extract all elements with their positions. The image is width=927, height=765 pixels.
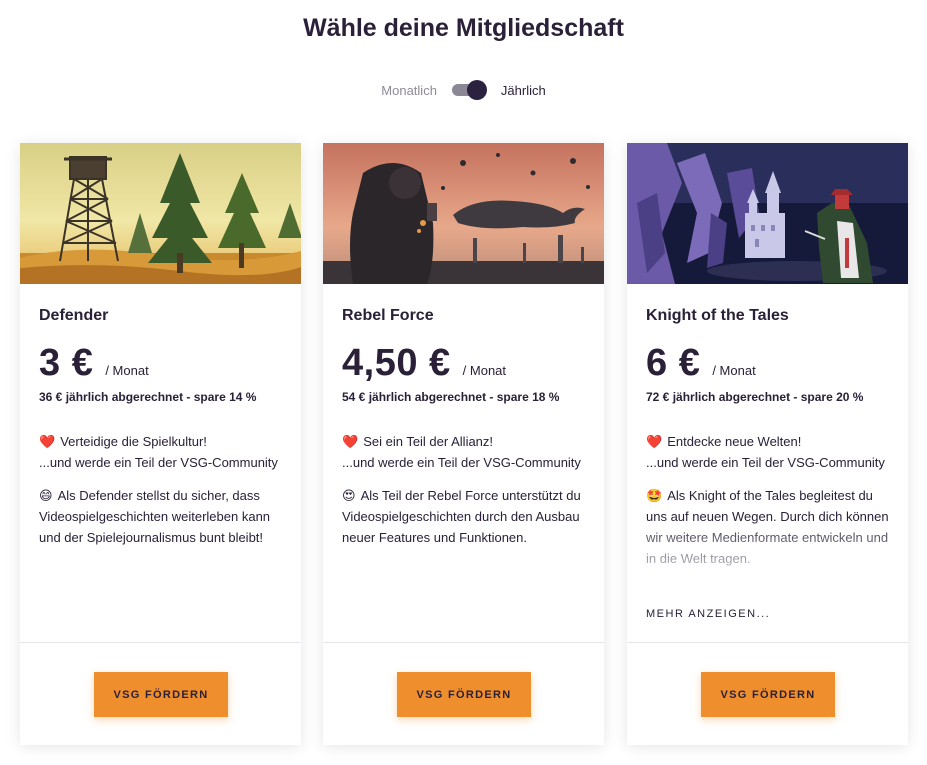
billing-period-switch[interactable] <box>451 80 487 100</box>
monthly-label[interactable]: Monatlich <box>381 83 437 98</box>
price-row: 6 € / Monat <box>646 342 756 385</box>
billing-note: 72 € jährlich abgerechnet - spare 20 % <box>646 390 864 404</box>
plan-name: Rebel Force <box>342 307 434 324</box>
benefit-line: ❤️ Verteidige die Spielkultur! ...und wer… <box>39 431 289 473</box>
plan-price: 6 € <box>646 342 701 384</box>
plan-name: Knight of the Tales <box>646 307 789 324</box>
heart-eyes-face-icon: 😍 <box>342 488 356 503</box>
benefit-text: Als Knight of the Tales begleitest du un… <box>646 488 889 566</box>
benefit-text: ...und werde ein Teil der VSG-Community <box>342 455 581 470</box>
benefit-text: Als Defender stellst du sicher, dass Vid… <box>39 488 271 545</box>
billing-toggle: Monatlich Jährlich <box>0 80 927 100</box>
support-button-knight-of-the-tales[interactable]: VSG FÖRDERN <box>701 672 835 717</box>
show-more-link[interactable]: MEHR ANZEIGEN... <box>646 608 770 620</box>
price-period: / Monat <box>105 363 149 378</box>
support-button-rebel-force[interactable]: VSG FÖRDERN <box>397 672 531 717</box>
billing-note: 54 € jährlich abgerechnet - spare 18 % <box>342 390 560 404</box>
benefit-line: ❤️ Sei ein Teil der Allianz! ...und werde… <box>342 431 592 473</box>
grinning-face-icon: 😄 <box>39 488 53 503</box>
astronaut-whale-image <box>323 143 604 284</box>
plan-description: ❤️ Sei ein Teil der Allianz! ...und werde… <box>342 431 592 560</box>
page-title: Wähle deine Mitgliedschaft <box>303 14 624 42</box>
price-period: / Monat <box>462 363 507 378</box>
benefit-text: ...und werde ein Teil der VSG-Community <box>39 455 278 470</box>
benefit-line: 🤩 Als Knight of the Tales begleitest du u… <box>646 485 896 569</box>
star-struck-face-icon: 🤩 <box>646 488 663 503</box>
divider <box>627 642 908 643</box>
price-row: 4,50 € / Monat <box>342 342 506 385</box>
pixel-castle-knight-image <box>627 143 908 284</box>
plan-description: ❤️ Verteidige die Spielkultur! ...und wer… <box>39 431 289 560</box>
benefit-text: ...und werde ein Teil der VSG-Community <box>646 455 885 470</box>
plan-price: 3 € <box>39 342 94 384</box>
plan-card-rebel-force: Rebel Force 4,50 € / Monat 54 € jährlich… <box>323 143 604 745</box>
benefit-line: 😄 Als Defender stellst du sicher, dass Vi… <box>39 485 289 548</box>
price-row: 3 € / Monat <box>39 342 149 385</box>
benefit-line: 😍 Als Teil der Rebel Force unterstützt du… <box>342 485 592 548</box>
benefit-text: Entdecke neue Welten! <box>667 434 802 449</box>
heart-icon: ❤️ <box>646 434 663 449</box>
plan-name: Defender <box>39 307 109 324</box>
benefit-text: Als Teil der Rebel Force unterstützt du … <box>342 488 581 545</box>
yearly-label[interactable]: Jährlich <box>501 83 546 98</box>
benefit-text: Verteidige die Spielkultur! <box>60 434 207 449</box>
fire-lookout-forest-image <box>20 143 301 284</box>
plan-description: ❤️ Entdecke neue Welten! ...und werde ein… <box>646 431 896 591</box>
plan-card-knight-of-the-tales: Knight of the Tales 6 € / Monat 72 € jäh… <box>627 143 908 745</box>
price-period: / Monat <box>712 363 756 378</box>
support-button-defender[interactable]: VSG FÖRDERN <box>94 672 228 717</box>
plan-card-defender: Defender 3 € / Monat 36 € jährlich abger… <box>20 143 301 745</box>
billing-note: 36 € jährlich abgerechnet - spare 14 % <box>39 390 257 404</box>
heart-icon: ❤️ <box>342 434 359 449</box>
divider <box>20 642 301 643</box>
benefit-text: Sei ein Teil der Allianz! <box>363 434 494 449</box>
heart-icon: ❤️ <box>39 434 56 449</box>
divider <box>323 642 604 643</box>
benefit-line: ❤️ Entdecke neue Welten! ...und werde ein… <box>646 431 896 473</box>
switch-knob[interactable] <box>466 80 487 100</box>
plan-price: 4,50 € <box>342 342 451 384</box>
